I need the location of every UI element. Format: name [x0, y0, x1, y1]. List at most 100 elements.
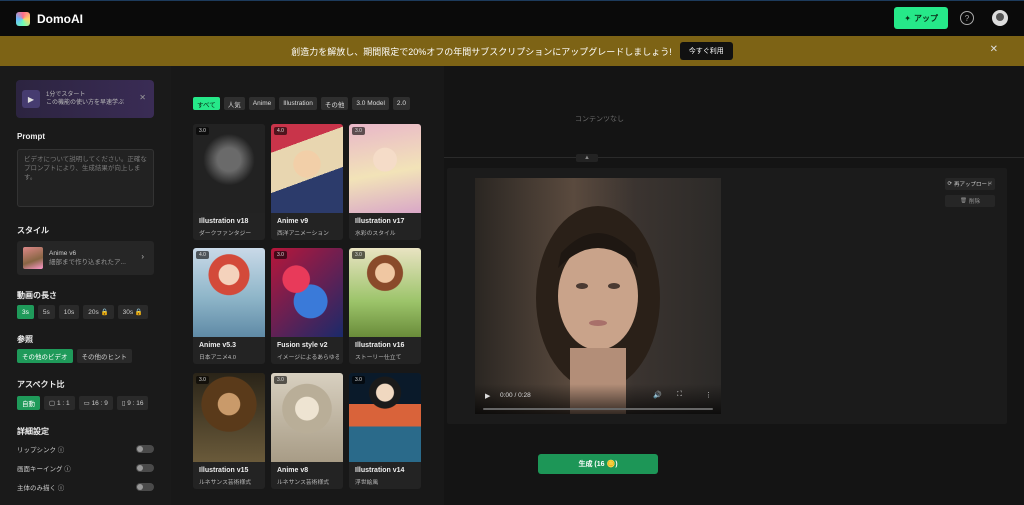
- aspect-options: 自動 ▢ 1 : 1 ▭ 16 : 9 ▯ 9 : 16: [17, 396, 149, 410]
- style-thumbnail: [193, 248, 265, 337]
- style-name: Illustration v18: [199, 218, 249, 225]
- reupload-label: 再アップロード: [954, 182, 993, 188]
- chevron-up-icon[interactable]: ▲: [576, 154, 598, 162]
- model-badge: 3.0: [196, 376, 209, 384]
- app-root: DomoAI ✦ アップ ? 創造力を解放し、期間限定で20%オフの年間サブスク…: [0, 0, 1024, 505]
- lip-sync-toggle[interactable]: [136, 445, 154, 453]
- subject-only-toggle[interactable]: [136, 483, 154, 491]
- style-thumbnail: [349, 124, 421, 213]
- duration-option[interactable]: 20s 🔒: [83, 305, 114, 319]
- aspect-option[interactable]: ▭ 16 : 9: [78, 396, 113, 410]
- play-icon[interactable]: ▶: [485, 392, 490, 400]
- filter-tab[interactable]: Anime: [248, 97, 276, 110]
- square-icon: ▢: [49, 400, 57, 407]
- style-thumbnail: [23, 247, 43, 269]
- toggle-label: リップシンク ⓘ: [17, 447, 65, 454]
- filter-tab[interactable]: Illustration: [279, 97, 317, 110]
- volume-icon[interactable]: 🔊: [653, 391, 662, 399]
- model-badge: 3.0: [352, 376, 365, 384]
- toggle-row: リップシンク ⓘ: [17, 443, 154, 455]
- advanced-label: 詳細設定: [17, 427, 49, 436]
- screen-keying-toggle[interactable]: [136, 464, 154, 472]
- duration-option[interactable]: 10s: [58, 305, 80, 319]
- tutorial-card[interactable]: ▶ 1分でスタート この機能の使い方を早速学ぶ ✕: [16, 80, 154, 118]
- duration-option[interactable]: 30s 🔒: [117, 305, 149, 319]
- empty-state-text: コンテンツなし: [575, 116, 624, 123]
- duration-option[interactable]: 5s: [37, 305, 55, 319]
- promo-banner: 創造力を解放し、期間限定で20%オフの年間サブスクリプションにアップグレードしま…: [0, 36, 1024, 66]
- style-desc: 西洋アニメーション: [277, 231, 329, 237]
- style-name: Illustration v15: [199, 467, 249, 474]
- style-thumbnail: [193, 373, 265, 462]
- filter-tab[interactable]: 3.0 Model: [352, 97, 389, 110]
- style-card[interactable]: 3.0 Illustration v16 ストーリー仕立て: [349, 248, 421, 364]
- model-badge: 3.0: [274, 376, 287, 384]
- sparkle-icon: ✦: [904, 13, 911, 23]
- logo[interactable]: DomoAI: [16, 11, 83, 26]
- generate-button[interactable]: 生成 (16 🪙): [538, 454, 658, 474]
- reference-option[interactable]: その他のヒント: [76, 349, 132, 363]
- close-icon[interactable]: ✕: [990, 44, 998, 55]
- fullscreen-icon[interactable]: ⛶: [677, 391, 682, 399]
- panel-divider: [444, 157, 1024, 158]
- duration-option[interactable]: 3s: [17, 305, 34, 319]
- toggle-label: 画面キーイング ⓘ: [17, 466, 71, 473]
- style-desc: 日本アニメ4.0: [199, 355, 236, 361]
- style-card[interactable]: 3.0 Anime v8 ルネサンス芸術様式: [271, 373, 343, 489]
- prompt-input[interactable]: ビデオについて説明してください。正確なプロンプトにより、生成結果が向上します。: [17, 149, 154, 207]
- style-card[interactable]: 3.0 Fusion style v2 イメージによるあらゆる...: [271, 248, 343, 364]
- style-name: Fusion style v2: [277, 342, 328, 349]
- banner-cta-button[interactable]: 今すぐ利用: [679, 42, 733, 60]
- play-icon: ▶: [22, 90, 40, 108]
- trash-icon: 🗑: [960, 198, 967, 204]
- user-avatar[interactable]: [992, 10, 1008, 26]
- delete-button[interactable]: 🗑 削除: [945, 195, 995, 207]
- model-badge: 3.0: [352, 251, 365, 259]
- filter-tab[interactable]: 人気: [223, 97, 245, 110]
- model-badge: 3.0: [352, 127, 365, 135]
- aspect-option-label: 16 : 9: [91, 399, 108, 407]
- aspect-option-label: 1 : 1: [56, 399, 70, 407]
- style-thumbnail: [193, 124, 265, 213]
- close-icon[interactable]: ✕: [139, 93, 146, 102]
- style-card[interactable]: 3.0 Illustration v14 浮世絵風: [349, 373, 421, 489]
- video-frame: [536, 206, 660, 414]
- more-options-icon[interactable]: ⋮: [705, 391, 712, 399]
- video-controls: ▶ 0:00 / 0:28 🔊 ⛶ ⋮: [475, 384, 721, 414]
- style-desc: ダークファンタジー: [199, 231, 252, 237]
- top-bar: DomoAI ✦ アップ ?: [0, 0, 1024, 36]
- style-card[interactable]: 3.0 Illustration v17 水彩のスタイル: [349, 124, 421, 240]
- reupload-button[interactable]: ⟳ 再アップロード: [945, 178, 995, 190]
- model-badge: 4.0: [196, 251, 209, 259]
- style-card[interactable]: 3.0 Illustration v15 ルネサンス芸術様式: [193, 373, 265, 489]
- toggle-row: 主体のみ描く ⓘ: [17, 481, 154, 493]
- reference-option[interactable]: その他のビデオ: [17, 349, 73, 363]
- style-desc: ストーリー仕立て: [355, 355, 402, 361]
- style-desc: 浮世絵風: [355, 480, 379, 486]
- style-desc: ルネサンス芸術様式: [277, 480, 330, 486]
- aspect-option[interactable]: ▢ 1 : 1: [44, 396, 75, 410]
- landscape-icon: ▭: [83, 400, 92, 407]
- style-card[interactable]: 3.0 Illustration v18 ダークファンタジー: [193, 124, 265, 240]
- style-label: スタイル: [17, 226, 49, 235]
- filter-tabs: すべて 人気 Anime Illustration その他 3.0 Model …: [193, 97, 410, 110]
- style-card[interactable]: 4.0 Anime v9 西洋アニメーション: [271, 124, 343, 240]
- video-progress-bar[interactable]: [483, 408, 713, 410]
- filter-tab[interactable]: すべて: [193, 97, 220, 110]
- help-icon[interactable]: ?: [960, 11, 974, 25]
- upgrade-button[interactable]: ✦ アップ: [894, 7, 948, 29]
- model-badge: 4.0: [274, 127, 287, 135]
- upgrade-label: アップ: [914, 13, 938, 23]
- style-card[interactable]: 4.0 Anime v5.3 日本アニメ4.0: [193, 248, 265, 364]
- filter-tab[interactable]: 2.0: [392, 97, 410, 110]
- prompt-label: Prompt: [17, 132, 45, 141]
- filter-tab[interactable]: その他: [320, 97, 349, 110]
- chevron-right-icon: ›: [141, 252, 144, 261]
- reference-options: その他のビデオ その他のヒント: [17, 349, 132, 363]
- style-selector[interactable]: Anime v6 細部まで作り込まれたア... ›: [17, 241, 154, 275]
- delete-label: 削除: [968, 199, 980, 205]
- settings-sidebar: ▶ 1分でスタート この機能の使い方を早速学ぶ ✕ Prompt ビデオについて…: [0, 66, 171, 505]
- aspect-option[interactable]: 自動: [17, 396, 40, 410]
- video-player[interactable]: ▶ 0:00 / 0:28 🔊 ⛶ ⋮: [475, 178, 721, 414]
- aspect-option[interactable]: ▯ 9 : 16: [116, 396, 149, 410]
